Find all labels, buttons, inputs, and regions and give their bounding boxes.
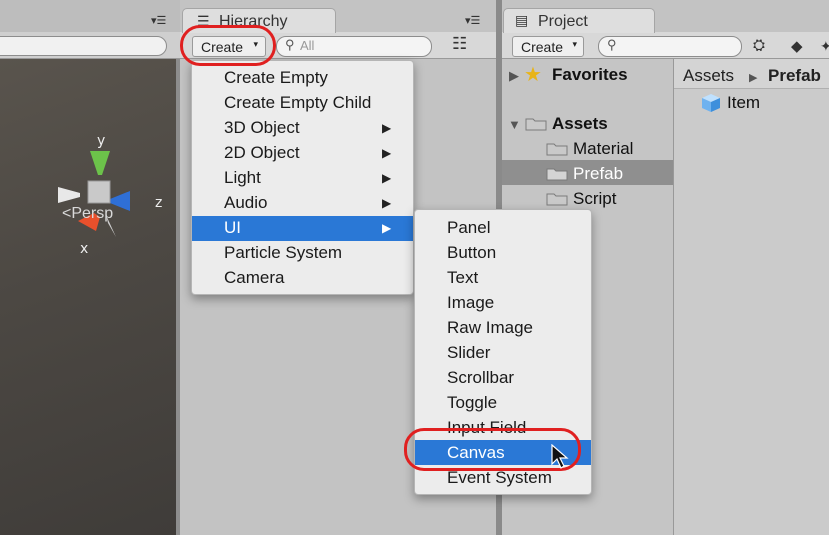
- hierarchy-create-button[interactable]: Create ▾: [192, 36, 266, 57]
- tab-project[interactable]: ▤ Project: [503, 8, 655, 33]
- tree-item-favorites[interactable]: Favorites: [552, 65, 628, 85]
- persp-toggle[interactable]: <Persp: [62, 205, 113, 223]
- project-create-label: Create: [521, 39, 564, 55]
- submenu-item-canvas[interactable]: Canvas: [447, 443, 505, 463]
- expand-arrow-down-icon[interactable]: ▼: [508, 117, 521, 132]
- filter-icon[interactable]: ☷: [452, 34, 467, 54]
- hierarchy-search-placeholder: All: [300, 38, 315, 53]
- breadcrumb-assets[interactable]: Assets: [683, 66, 734, 86]
- mouse-cursor-icon: [551, 444, 569, 469]
- search-icon: ⚲: [607, 37, 617, 52]
- folder-icon: [546, 143, 568, 156]
- submenu-item-event-system[interactable]: Event System: [447, 468, 552, 488]
- submenu-arrow-icon: ▶: [382, 221, 392, 235]
- submenu-arrow-icon: ▶: [382, 171, 392, 185]
- expand-arrow-icon[interactable]: ▶: [509, 68, 519, 84]
- folder-icon: [525, 118, 547, 131]
- submenu-arrow-icon: ▶: [382, 146, 392, 160]
- submenu-item-text[interactable]: Text: [447, 268, 478, 288]
- tab-hierarchy-label: Hierarchy: [219, 13, 288, 30]
- submenu-item-button[interactable]: Button: [447, 243, 496, 263]
- persp-label: Persp: [71, 205, 114, 222]
- submenu-item-raw-image[interactable]: Raw Image: [447, 318, 533, 338]
- submenu-arrow-icon: ▶: [382, 196, 392, 210]
- orientation-gizmo-icon[interactable]: y z x: [40, 131, 176, 261]
- tree-item-material[interactable]: Material: [573, 139, 633, 159]
- tab-hierarchy[interactable]: ☰ Hierarchy: [182, 8, 336, 33]
- submenu-item-image[interactable]: Image: [447, 293, 494, 313]
- menu-item-2d-object[interactable]: 2D Object: [224, 143, 300, 163]
- create-button-label: Create: [201, 39, 244, 55]
- breadcrumb-separator-icon: ▶: [749, 72, 758, 84]
- tree-item-prefab[interactable]: Prefab: [573, 164, 623, 184]
- star-icon: ★: [524, 64, 542, 86]
- menu-item-camera[interactable]: Camera: [224, 268, 284, 288]
- menu-item-ui[interactable]: UI: [224, 218, 241, 238]
- tab-project-label: Project: [538, 13, 588, 30]
- filter-by-type-icon[interactable]: ⛭: [753, 37, 765, 54]
- submenu-item-scrollbar[interactable]: Scrollbar: [447, 368, 514, 388]
- scene-search-input[interactable]: [0, 36, 167, 56]
- submenu-item-slider[interactable]: Slider: [447, 343, 490, 363]
- list-icon: ☰: [197, 13, 210, 29]
- chevron-down-icon: ▾: [253, 39, 258, 49]
- menu-item-particle-system[interactable]: Particle System: [224, 243, 342, 263]
- menu-item-create-empty[interactable]: Create Empty: [224, 68, 328, 88]
- menu-item-light[interactable]: Light: [224, 168, 261, 188]
- axis-y-label: y: [97, 133, 105, 149]
- tree-item-assets[interactable]: Assets: [552, 114, 608, 134]
- scene-viewport[interactable]: y z x <Persp: [0, 59, 176, 535]
- star-filter-icon[interactable]: ✦: [820, 38, 829, 55]
- project-asset-view: [674, 59, 829, 535]
- submenu-item-toggle[interactable]: Toggle: [447, 393, 497, 413]
- asset-item[interactable]: Item: [727, 93, 760, 113]
- menu-item-audio[interactable]: Audio: [224, 193, 267, 213]
- hierarchy-panel-menu-icon[interactable]: ▾☰: [465, 14, 480, 27]
- folder-icon: ▤: [515, 12, 529, 28]
- tree-item-script[interactable]: Script: [573, 189, 616, 209]
- submenu-item-panel[interactable]: Panel: [447, 218, 490, 238]
- menu-item-3d-object[interactable]: 3D Object: [224, 118, 300, 138]
- chevron-down-icon: ▾: [572, 39, 577, 49]
- folder-icon: [546, 193, 568, 206]
- scene-panel-menu-icon[interactable]: ▾☰: [151, 14, 166, 27]
- project-create-button[interactable]: Create ▾: [512, 36, 584, 57]
- menu-item-create-empty-child[interactable]: Create Empty Child: [224, 93, 371, 113]
- search-icon: ⚲: [285, 37, 295, 52]
- filter-by-label-icon[interactable]: ◆: [791, 37, 803, 55]
- persp-icon: <: [62, 205, 72, 222]
- create-dropdown-menu: Create Empty Create Empty Child 3D Objec…: [191, 60, 414, 295]
- axis-x-label: x: [80, 241, 88, 257]
- folder-icon: [546, 168, 568, 181]
- submenu-item-input-field[interactable]: Input Field: [447, 418, 526, 438]
- project-search-input[interactable]: [598, 36, 742, 57]
- prefab-cube-icon: [702, 94, 720, 112]
- breadcrumb-prefab[interactable]: Prefab: [768, 66, 821, 86]
- axis-z-label: z: [155, 195, 162, 211]
- submenu-arrow-icon: ▶: [382, 121, 392, 135]
